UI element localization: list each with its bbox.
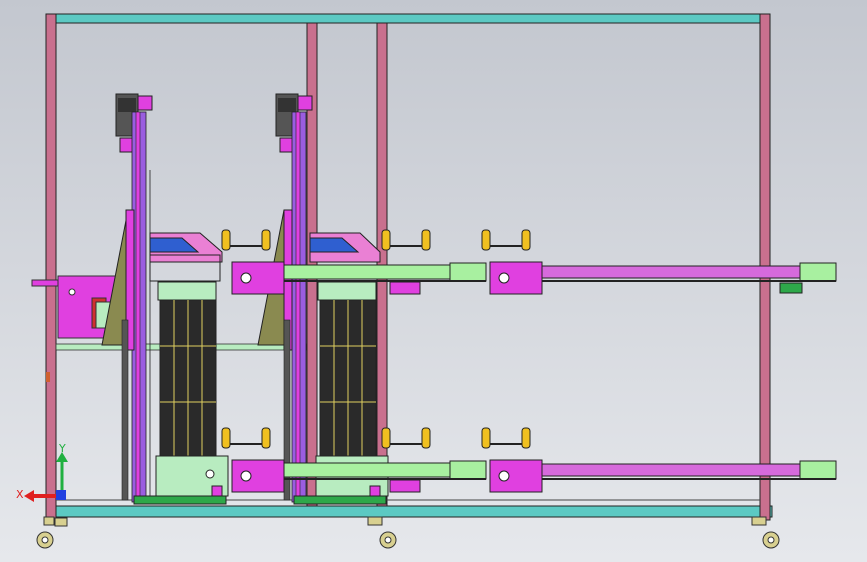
- y-axis-label: Y: [58, 442, 66, 455]
- frame-left-post: [45, 13, 57, 521]
- frame-bottom-beam: [45, 505, 773, 518]
- z-axis-marker: [56, 490, 66, 500]
- x-axis-label: X: [16, 488, 24, 501]
- frame-top-beam: [45, 13, 771, 24]
- cad-viewport[interactable]: Y X: [0, 0, 867, 562]
